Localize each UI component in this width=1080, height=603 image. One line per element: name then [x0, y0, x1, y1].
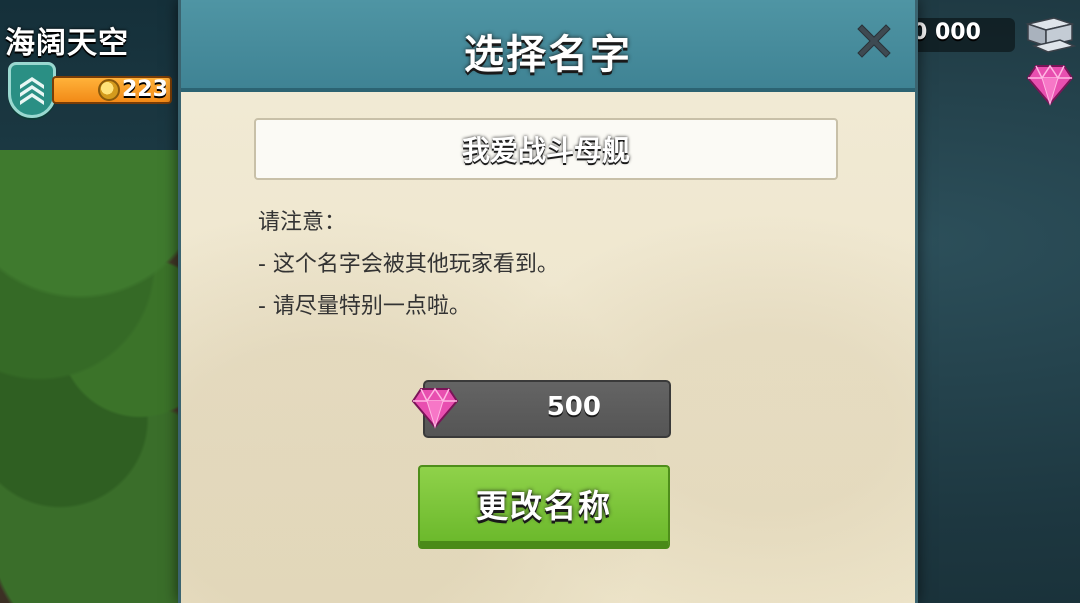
player-name: 海阔天空 — [5, 26, 129, 61]
island-foliage — [0, 120, 200, 603]
rank-badge[interactable] — [8, 62, 56, 118]
resource-value: 0 000 — [912, 20, 981, 45]
gem-icon[interactable] — [1026, 62, 1074, 106]
notice-text: 请注意： - 这个名字会被其他玩家看到。 - 请尽量特别一点啦。 — [258, 202, 858, 328]
chevron-rank-icon — [20, 77, 44, 105]
choose-name-dialog: 选择名字 请注意： - 这个名字会被其他玩家看到。 - 请尽量特别一点啦。 50… — [178, 0, 918, 603]
notice-heading: 请注意： — [258, 210, 347, 235]
close-button[interactable] — [849, 16, 899, 66]
dialog-title: 选择名字 — [464, 32, 632, 78]
close-icon — [857, 24, 891, 58]
gem-icon — [411, 387, 459, 429]
change-name-button-label: 更改名称 — [475, 487, 612, 525]
cost-value: 500 — [546, 392, 601, 422]
change-name-button[interactable]: 更改名称 — [418, 465, 670, 549]
medal-icon — [98, 79, 120, 101]
name-input[interactable] — [254, 118, 838, 180]
notice-line-2: - 请尽量特别一点啦。 — [258, 294, 471, 319]
notice-line-1: - 这个名字会被其他玩家看到。 — [258, 252, 559, 277]
steel-icon[interactable] — [1024, 16, 1076, 56]
xp-value: 223 — [122, 77, 168, 102]
